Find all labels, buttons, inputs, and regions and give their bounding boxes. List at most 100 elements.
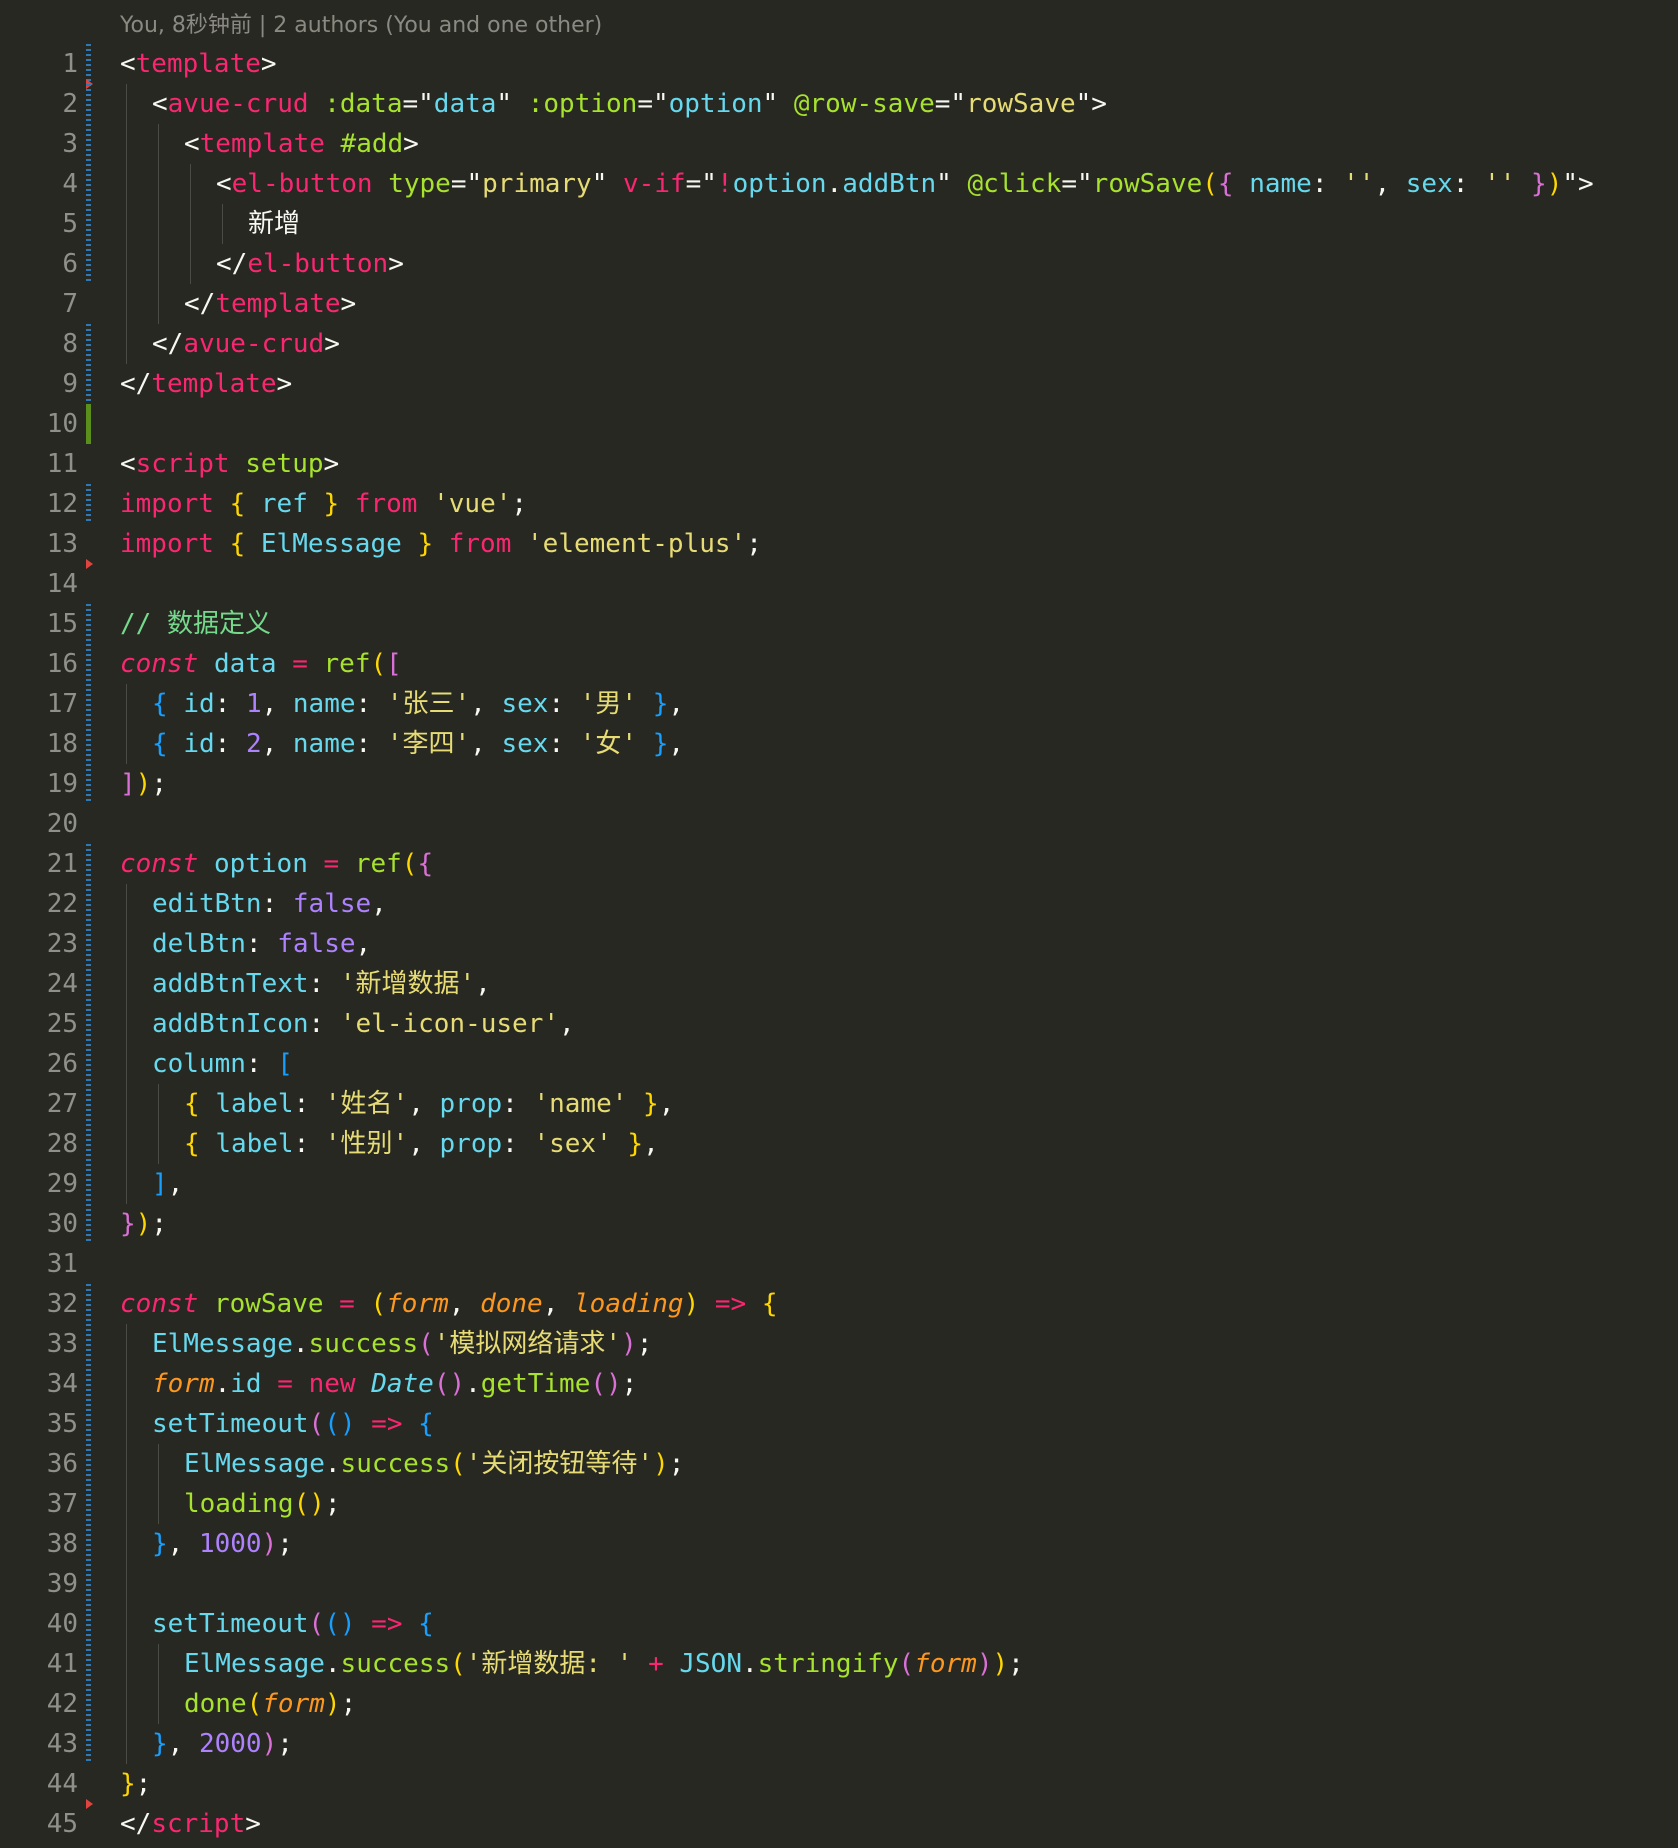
gutter-modified-indicator[interactable] — [86, 1564, 91, 1604]
code-line[interactable]: 45 </script> — [0, 1804, 1678, 1844]
code-line[interactable]: 15 // 数据定义 — [0, 604, 1678, 644]
code-token: 'element-plus' — [527, 529, 747, 559]
gutter-modified-indicator[interactable] — [86, 204, 91, 244]
code-line[interactable]: 4 <el-button type="primary" v-if="!option… — [0, 164, 1678, 204]
code-line[interactable]: 33 ElMessage.success('模拟网络请求'); — [0, 1324, 1678, 1364]
gutter-modified-indicator[interactable] — [86, 724, 91, 764]
code-line[interactable]: 7 </template> — [0, 284, 1678, 324]
gutter-modified-indicator[interactable] — [86, 644, 91, 684]
code-line[interactable]: 40 setTimeout(() => { — [0, 1604, 1678, 1644]
gutter-modified-indicator[interactable] — [86, 1164, 91, 1204]
gutter-modified-indicator[interactable] — [86, 964, 91, 1004]
indent-guide — [126, 1364, 127, 1404]
git-blame-annotation[interactable]: You, 8秒钟前 | 2 authors (You and one other… — [120, 10, 602, 42]
code-line[interactable]: 10 — [0, 404, 1678, 444]
code-line[interactable]: 1 <template> — [0, 44, 1678, 89]
code-line[interactable]: 21 const option = ref({ — [0, 844, 1678, 884]
code-line[interactable]: 34 form.id = new Date().getTime(); — [0, 1364, 1678, 1404]
gutter-modified-indicator[interactable] — [86, 364, 91, 404]
code-line[interactable]: 41 ElMessage.success('新增数据: ' + JSON.stri… — [0, 1644, 1678, 1684]
gutter-added-indicator[interactable] — [86, 404, 91, 444]
gutter-modified-indicator[interactable] — [86, 604, 91, 644]
gutter-modified-indicator[interactable] — [86, 844, 91, 884]
code-line[interactable]: 29], — [0, 1164, 1678, 1204]
gutter-modified-indicator[interactable] — [86, 484, 91, 524]
code-line[interactable]: 5 新增 — [0, 204, 1678, 244]
line-number: 36 — [46, 1449, 78, 1479]
indent-guide — [126, 1564, 127, 1604]
gutter-modified-indicator[interactable] — [86, 1044, 91, 1084]
code-line[interactable]: 42 done(form); — [0, 1684, 1678, 1724]
code-line[interactable]: 38}, 1000); — [0, 1524, 1678, 1564]
code-text: <template #add> — [184, 124, 419, 164]
gutter-modified-indicator[interactable] — [86, 124, 91, 164]
code-line[interactable]: 8 </avue-crud> — [0, 324, 1678, 364]
gutter-modified-indicator[interactable] — [86, 244, 91, 284]
code-line[interactable]: 37 loading(); — [0, 1484, 1678, 1524]
code-token: { — [152, 729, 168, 759]
gutter-modified-indicator[interactable] — [86, 1484, 91, 1524]
gutter-modified-indicator[interactable] — [86, 1644, 91, 1684]
code-token: data — [213, 649, 277, 679]
code-line[interactable]: 32 const rowSave = (form, done, loading) … — [0, 1284, 1678, 1324]
code-line[interactable]: 20 — [0, 804, 1678, 844]
code-line[interactable]: 44}; — [0, 1764, 1678, 1809]
gutter-modified-indicator[interactable] — [86, 924, 91, 964]
gutter-modified-indicator[interactable] — [86, 764, 91, 804]
code-line[interactable]: 6 </el-button> — [0, 244, 1678, 284]
gutter-modified-indicator[interactable] — [86, 1444, 91, 1484]
indent-guide — [126, 1124, 127, 1164]
line-number: 3 — [62, 129, 78, 159]
gutter-modified-indicator[interactable] — [86, 1204, 91, 1244]
code-line[interactable]: 24 addBtnText: '新增数据', — [0, 964, 1678, 1004]
gutter-modified-indicator[interactable] — [86, 884, 91, 924]
code-line[interactable]: 25 addBtnIcon: 'el-icon-user', — [0, 1004, 1678, 1044]
code-line[interactable]: 43}, 2000); — [0, 1724, 1678, 1764]
code-line[interactable]: 11 <script setup> — [0, 444, 1678, 484]
gutter-modified-indicator[interactable] — [86, 1004, 91, 1044]
indent-guide — [126, 324, 127, 364]
gutter-modified-indicator[interactable] — [86, 1084, 91, 1124]
gutter-modified-indicator[interactable] — [86, 1364, 91, 1404]
code-line[interactable]: 35 setTimeout(() => { — [0, 1404, 1678, 1444]
code-line[interactable]: 30}); — [0, 1204, 1678, 1244]
code-line[interactable]: 31 — [0, 1244, 1678, 1284]
code-line[interactable]: 2 <avue-crud :data="data" :option="option… — [0, 84, 1678, 124]
gutter-modified-indicator[interactable] — [86, 84, 91, 124]
code-line[interactable]: 18 { id: 2, name: '李四', sex: '女' }, — [0, 724, 1678, 764]
code-line[interactable]: 9 </template> — [0, 364, 1678, 404]
gutter-modified-indicator[interactable] — [86, 684, 91, 724]
code-line[interactable]: 27 { label: '姓名', prop: 'name' }, — [0, 1084, 1678, 1124]
gutter-modified-indicator[interactable] — [86, 164, 91, 204]
gutter-modified-indicator[interactable] — [86, 1524, 91, 1564]
code-line[interactable]: 28 { label: '性别', prop: 'sex' }, — [0, 1124, 1678, 1164]
code-line[interactable]: 19]); — [0, 764, 1678, 804]
code-line[interactable]: 3 <template #add> — [0, 124, 1678, 164]
gutter-modified-indicator[interactable] — [86, 44, 91, 84]
gutter-modified-indicator[interactable] — [86, 1604, 91, 1644]
code-token: rowSave — [1092, 169, 1203, 199]
code-token: ( — [308, 1609, 325, 1639]
code-line[interactable]: 12 import { ref } from 'vue'; — [0, 484, 1678, 524]
gutter-modified-indicator[interactable] — [86, 1284, 91, 1324]
code-token: { — [184, 1089, 200, 1119]
code-line[interactable]: 17 { id: 1, name: '张三', sex: '男' }, — [0, 684, 1678, 724]
code-line[interactable]: 23 delBtn: false, — [0, 924, 1678, 964]
gutter-modified-indicator[interactable] — [86, 1324, 91, 1364]
code-line[interactable]: 36 ElMessage.success('关闭按钮等待'); — [0, 1444, 1678, 1484]
code-line[interactable]: 26 column: [ — [0, 1044, 1678, 1084]
gutter-modified-indicator[interactable] — [86, 1724, 91, 1764]
gutter-modified-indicator[interactable] — [86, 1124, 91, 1164]
gutter-modified-indicator[interactable] — [86, 324, 91, 364]
code-token: " — [936, 169, 968, 199]
code-area[interactable]: 1 <template> 2 <avue-crud :data="data" :opt… — [0, 44, 1678, 1844]
code-line[interactable]: 16 const data = ref([ — [0, 644, 1678, 684]
code-line[interactable]: 39 — [0, 1564, 1678, 1604]
gutter-modified-indicator[interactable] — [86, 1684, 91, 1724]
code-line[interactable]: 14 — [0, 564, 1678, 604]
code-line[interactable]: 22 editBtn: false, — [0, 884, 1678, 924]
code-editor[interactable]: You, 8秒钟前 | 2 authors (You and one other… — [0, 0, 1678, 1848]
indent-guide — [126, 1484, 127, 1524]
code-line[interactable]: 13 import { ElMessage } from 'element-plu… — [0, 524, 1678, 569]
gutter-modified-indicator[interactable] — [86, 1404, 91, 1444]
